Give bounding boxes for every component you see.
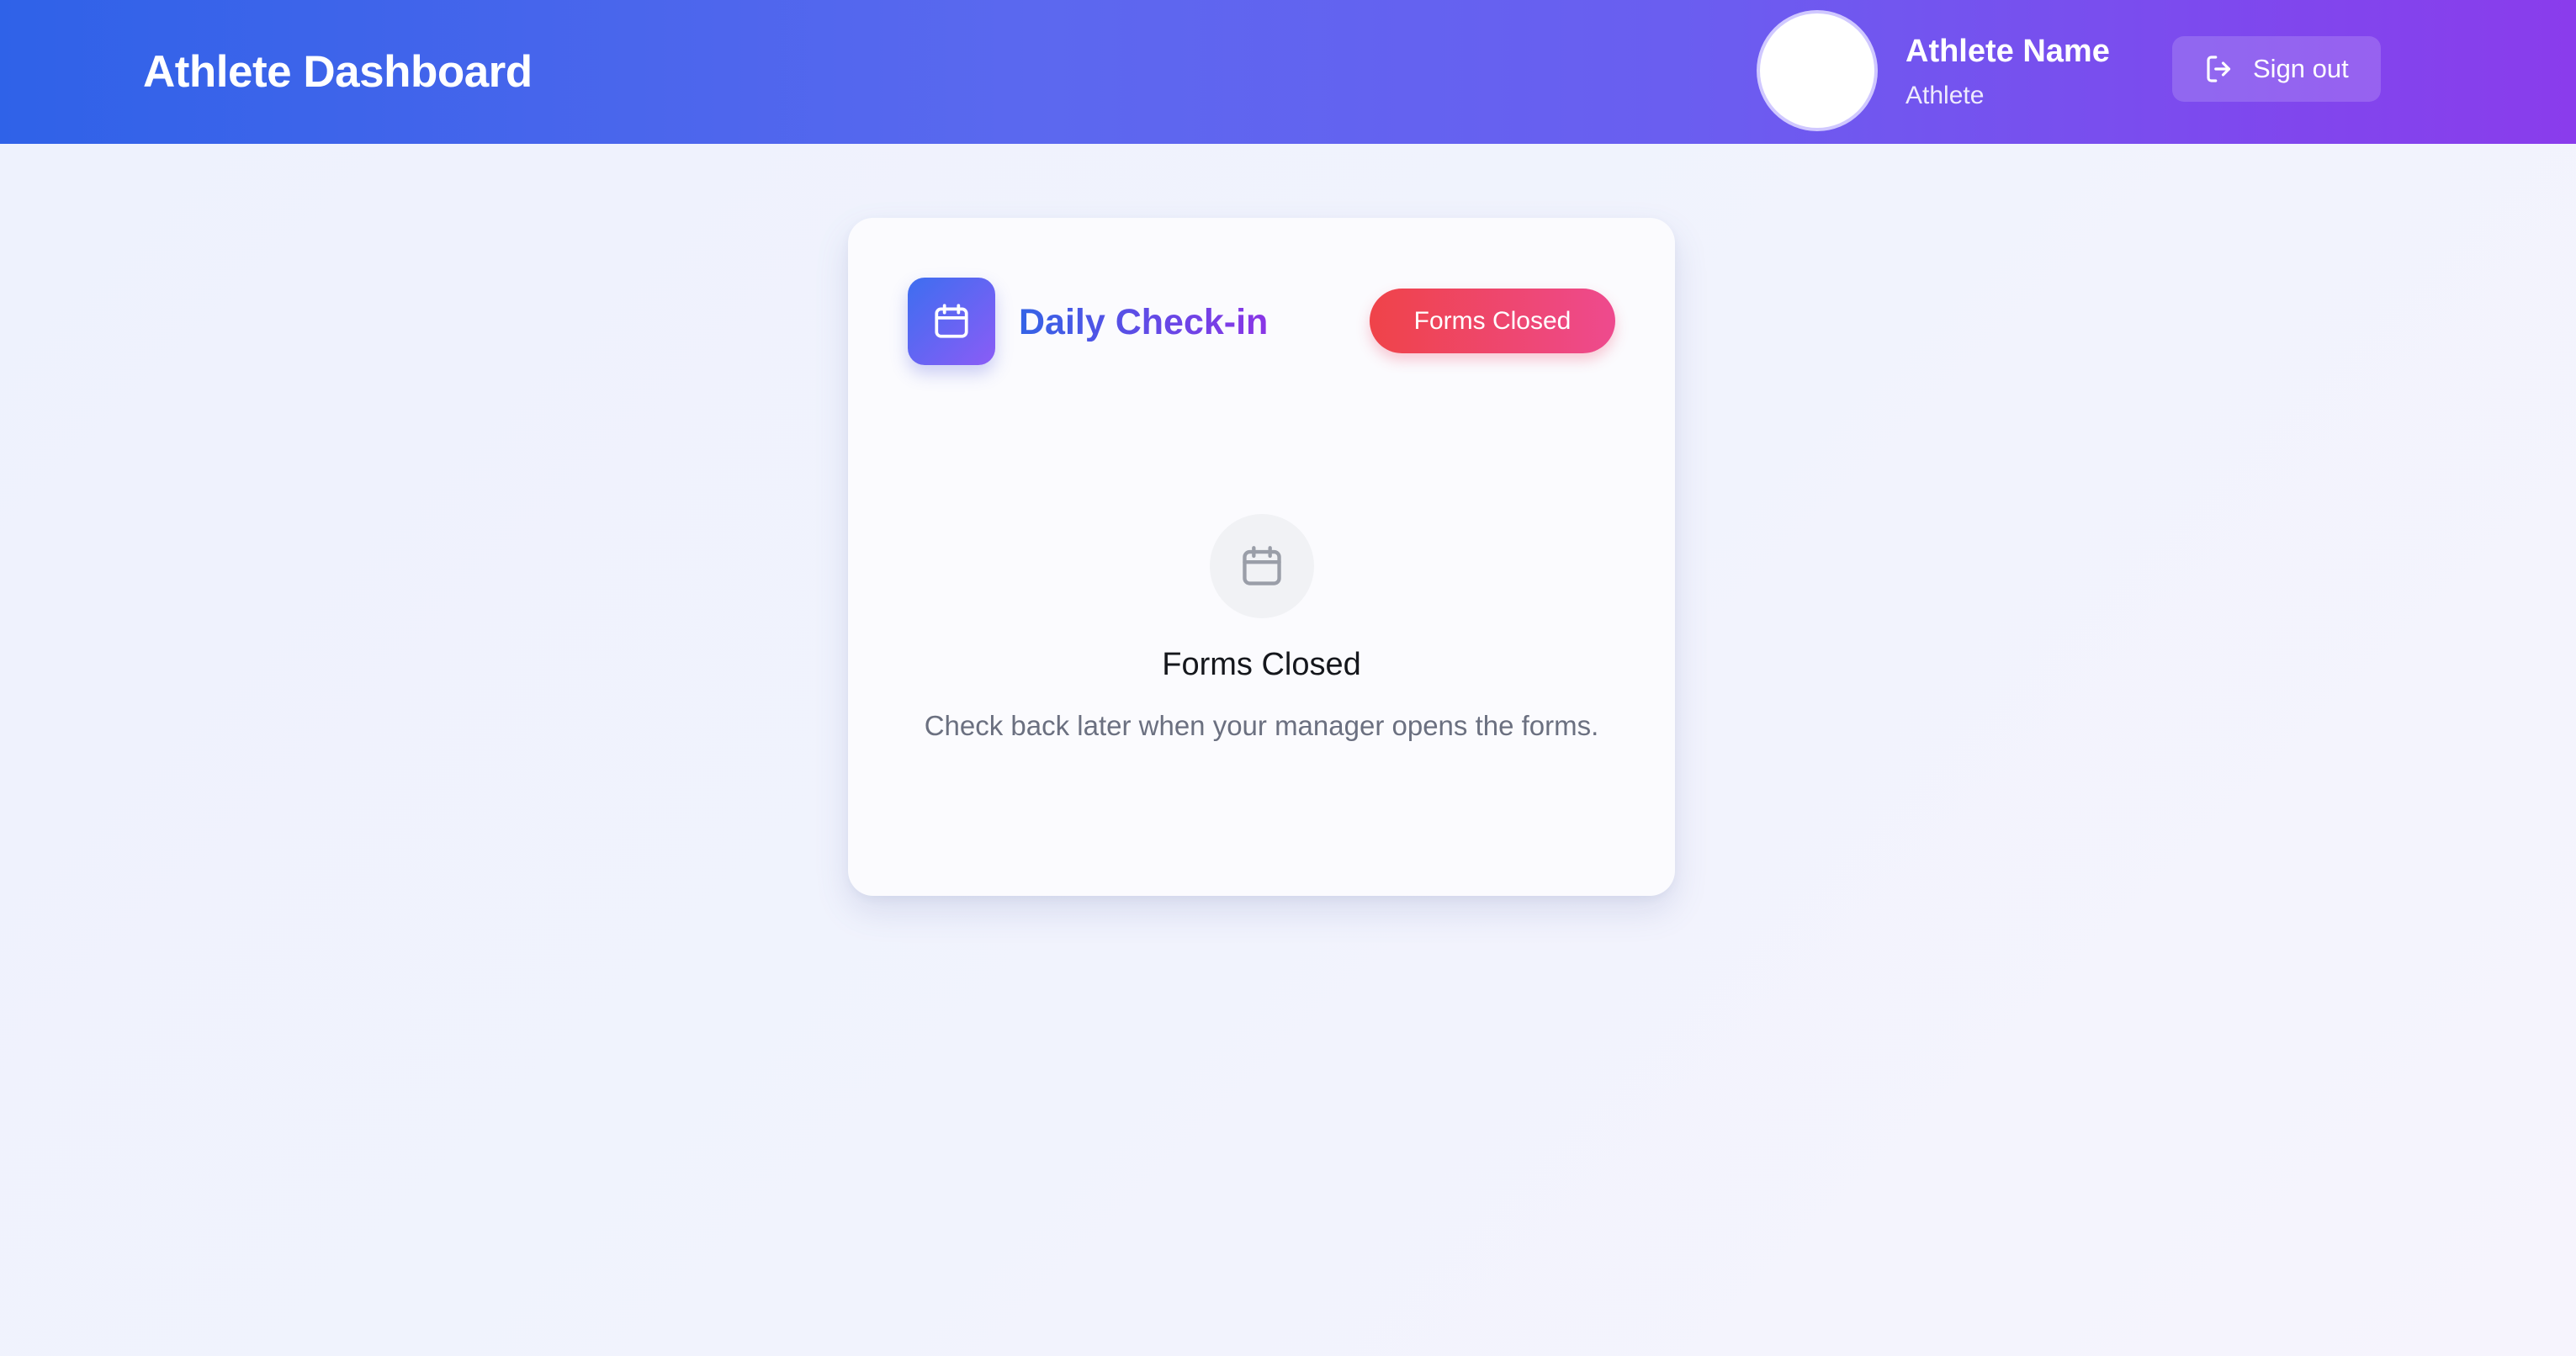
card-title: Daily Check-in [1019, 299, 1268, 346]
calendar-icon [908, 278, 995, 365]
sign-out-icon [2202, 51, 2238, 87]
daily-check-in-card: Daily Check-in Forms Closed Forms Closed… [848, 218, 1675, 896]
sign-out-button[interactable]: Sign out [2172, 36, 2381, 102]
empty-state-title: Forms Closed [1162, 647, 1361, 682]
user-name: Athlete Name [1905, 34, 2110, 69]
status-badge: Forms Closed [1370, 289, 1615, 353]
avatar[interactable] [1757, 10, 1878, 131]
empty-state-message: Check back later when your manager opens… [924, 710, 1599, 741]
top-header: Athlete Dashboard Athlete Name Athlete S… [0, 0, 2576, 144]
app-title: Athlete Dashboard [143, 47, 533, 97]
sign-out-label: Sign out [2253, 54, 2349, 83]
calendar-icon [1210, 514, 1314, 618]
user-role: Athlete [1905, 82, 1985, 109]
